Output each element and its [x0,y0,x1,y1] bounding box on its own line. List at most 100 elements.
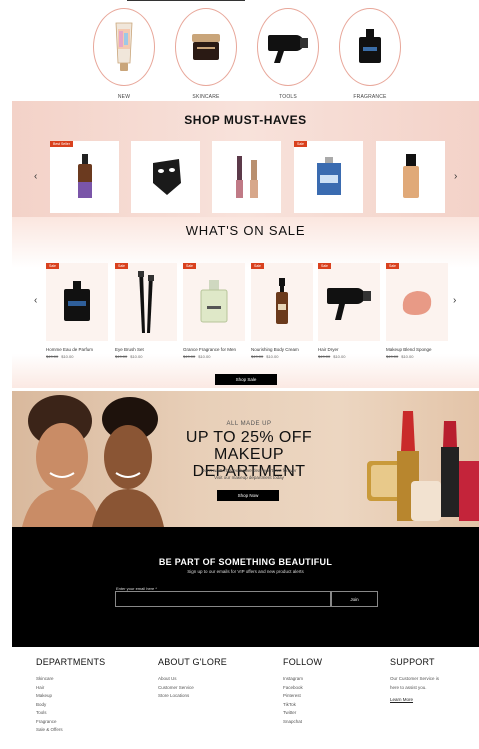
category-skincare[interactable]: SKINCARE [174,8,238,100]
category-label: FRAGRANCE [353,94,387,100]
footer-link[interactable]: Hair [36,684,105,693]
sale-badge: Sale [46,263,60,269]
cream-jar-icon [175,8,237,86]
footer-about: ABOUT G'LORE About Us Customer Service S… [158,657,227,701]
product-card[interactable] [131,141,200,213]
sale-badge: Sale [115,263,129,269]
sale-badge: Sale [183,263,197,269]
category-label: SKINCARE [192,94,220,100]
product-card[interactable]: Sale [115,263,177,341]
sale-badge: Sale [386,263,400,269]
hair-dryer-icon [327,288,371,320]
hand-cream-tube-icon [93,8,155,86]
product-name[interactable]: Grance Fragrance for Men [183,347,247,352]
join-button[interactable]: Join [331,591,378,607]
support-text: here to assist you. [390,684,427,690]
category-tools[interactable]: TOOLS [256,8,320,100]
banner-subtext: Visit our makeup department today [214,475,284,480]
product-price: $49.00 $10.00 [183,354,247,359]
old-price: $49.00 [183,354,196,359]
product-card[interactable]: Sale [183,263,245,341]
footer-link[interactable]: Pinterest [283,692,322,701]
fragrance-bottle-icon [200,280,228,323]
sheet-mask-icon [152,159,181,195]
banner-eyebrow: ALL MADE UP [226,421,272,427]
footer-link[interactable]: About Us [158,675,227,684]
newsletter-title: BE PART OF SOMETHING BEAUTIFUL [158,557,333,567]
shop-sale-button[interactable]: Shop Sale [215,374,277,385]
sale-badge: Sale [251,263,265,269]
product-card[interactable]: Sale [318,263,380,341]
category-label: TOOLS [279,94,297,100]
sale-badge: Sale [318,263,332,269]
product-card[interactable]: Sale [294,141,363,213]
old-price: $49.00 [318,354,331,359]
sale-section: WHAT'S ON SALE ‹ › Sale Homme Eau de Par… [12,217,479,388]
product-price: $49.00 $10.00 [251,354,315,359]
product-name[interactable]: Nourishing Body Cream [251,347,315,352]
product-price: $49.00 $10.00 [386,354,450,359]
product-price: $49.00 $10.00 [46,354,110,359]
old-price: $49.00 [115,354,128,359]
product-name[interactable]: Makeup Blend Sponge [386,347,450,352]
footer-link[interactable]: Store Locations [158,692,227,701]
category-fragrance[interactable]: FRAGRANCE [338,8,402,100]
cologne-bottle-icon [64,281,90,321]
product-card[interactable]: Sale [251,263,313,341]
footer-link[interactable]: Tools [36,709,105,718]
sponge-icon [402,291,432,315]
footer-link[interactable]: Customer Service [158,684,227,693]
foundation-bottle-icon [402,154,419,198]
learn-more-link[interactable]: Learn More [390,696,439,705]
section-title: SHOP MUST-HAVES [184,113,307,127]
lip-gloss-icon [235,156,258,198]
footer-link[interactable]: Makeup [36,692,105,701]
chevron-right-icon[interactable]: › [453,295,456,306]
product-name[interactable]: Hair Dryer [318,347,382,352]
product-name[interactable]: Homme Eau de Parfum [46,347,110,352]
product-card[interactable] [376,141,445,213]
sale-price: $10.00 [401,354,414,359]
sale-badge: Sale [294,141,308,147]
banner-subtext: Don't wait! This exclusive deal won't la… [201,468,297,473]
footer-link[interactable]: Fragrance [36,718,105,727]
product-card[interactable]: Sale [386,263,448,341]
pump-bottle-icon [276,278,288,324]
category-label: NEW [117,94,131,100]
support-text: Our Customer Service is [390,676,440,681]
product-card[interactable] [212,141,281,213]
newsletter-subtitle: Sign up to our emails for VIP offers and… [187,569,304,574]
sale-price: $10.00 [61,354,74,359]
category-new[interactable]: NEW [92,8,156,100]
sale-price: $10.00 [130,354,143,359]
footer-link[interactable]: Instagram [283,675,322,684]
sale-price: $10.00 [266,354,279,359]
footer-link[interactable]: Skincare [36,675,105,684]
product-price: $49.00 $10.00 [115,354,179,359]
product-card[interactable]: Sale [46,263,108,341]
sale-price: $10.00 [198,354,211,359]
chevron-right-icon[interactable]: › [454,171,457,182]
best-seller-badge: Best Seller [50,141,73,147]
footer-link[interactable]: Snapchat [283,718,322,727]
perfume-bottle-icon [339,8,401,86]
footer-link[interactable]: Facebook [283,684,322,693]
chevron-left-icon[interactable]: ‹ [34,295,37,306]
footer-link[interactable]: Body [36,701,105,710]
chevron-left-icon[interactable]: ‹ [34,171,37,182]
footer-link[interactable]: Twitter [283,709,322,718]
shop-now-button[interactable]: Shop Now [217,490,279,501]
product-price: $49.00 $10.00 [318,354,382,359]
footer-link[interactable]: TikTok [283,701,322,710]
brush-set-icon [138,271,154,333]
product-card[interactable]: Best Seller [50,141,119,213]
must-haves-section: SHOP MUST-HAVES ‹ › Best Seller Sale [12,101,479,217]
old-price: $49.00 [46,354,59,359]
banner-headline-line-1: UP TO 25% OFF [185,429,313,446]
sale-price: $10.00 [333,354,346,359]
product-name[interactable]: Eye Brush Set [115,347,179,352]
footer-link[interactable]: Sale & Offers [36,726,105,735]
email-field[interactable] [115,591,331,607]
old-price: $49.00 [386,354,399,359]
footer-follow: FOLLOW Instagram Facebook Pinterest TikT… [283,657,322,726]
